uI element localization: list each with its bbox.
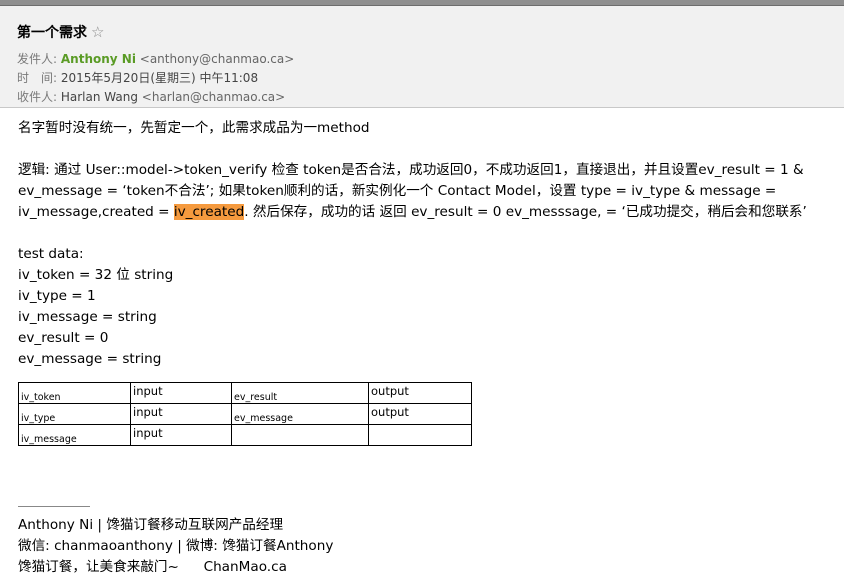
table-cell: output — [368, 403, 472, 425]
from-label: 发件人: — [17, 52, 58, 66]
table-cell: output — [368, 382, 472, 404]
table-cell: iv_token — [18, 382, 131, 404]
signature-line-3: 馋猫订餐，让美食来敲门~ ChanMao.ca — [18, 557, 333, 578]
table-row: iv_message input — [18, 424, 472, 446]
table-cell — [368, 424, 472, 446]
mail-subject: 第一个需求 ☆ — [17, 22, 104, 42]
logic-line-3: iv_message,created = iv_created. 然后保存，成功… — [18, 202, 844, 223]
signature-slogan: 馋猫订餐，让美食来敲门~ — [18, 559, 179, 575]
time-row: 时 间: 2015年5月20日(星期三) 中午11:08 — [17, 69, 258, 86]
sender-name[interactable]: Anthony Ni — [61, 52, 136, 66]
recipient-name[interactable]: Harlan Wang — [61, 90, 138, 104]
website-link[interactable]: ChanMao.ca — [204, 559, 287, 575]
test-data-title: test data: — [18, 246, 84, 262]
time-label: 时 间: — [17, 71, 58, 85]
highlighted-term: iv_created — [173, 204, 245, 220]
test-line: iv_token = 32 位 string — [18, 267, 174, 283]
recipient-address[interactable]: <harlan@chanmao.ca> — [142, 90, 285, 104]
logic-line-1: 逻辑: 通过 User::model->token_verify 检查 toke… — [18, 162, 804, 178]
to-row: 收件人: Harlan Wang <harlan@chanmao.ca> — [17, 88, 285, 105]
signature-divider — [18, 506, 90, 507]
signature-line-1: Anthony Ni | 馋猫订餐移动互联网产品经理 — [18, 517, 284, 533]
table-cell — [231, 424, 369, 446]
mail-body: 名字暂时没有统一，先暂定一个，此需求成品为一method 逻辑: 通过 User… — [18, 118, 844, 370]
test-line: ev_result = 0 — [18, 330, 109, 346]
intro-line: 名字暂时没有统一，先暂定一个，此需求成品为一method — [18, 120, 370, 136]
mail-header: 第一个需求 ☆ 发件人: Anthony Ni <anthony@chanmao.… — [0, 6, 844, 108]
logic-line-2: ev_message = ‘token不合法’; 如果token顺利的话，新实例… — [18, 183, 777, 199]
table-cell: input — [130, 382, 232, 404]
signature: Anthony Ni | 馋猫订餐移动互联网产品经理 微信: chanmaoan… — [18, 515, 333, 578]
time-value: 2015年5月20日(星期三) 中午11:08 — [60, 71, 259, 85]
logic-line-3-post: . 然后保存，成功的话 返回 ev_result = 0 ev_messsage… — [244, 204, 807, 220]
table-cell: iv_type — [18, 403, 131, 425]
table-cell: iv_message — [18, 424, 131, 446]
params-table: iv_token input ev_result output iv_type … — [18, 382, 472, 446]
table-cell: ev_result — [231, 382, 369, 404]
test-line: ev_message = string — [18, 351, 162, 367]
table-cell: ev_message — [231, 403, 369, 425]
table-cell: input — [130, 403, 232, 425]
test-line: iv_type = 1 — [18, 288, 96, 304]
star-icon[interactable]: ☆ — [91, 23, 104, 41]
table-row: iv_token input ev_result output — [18, 382, 472, 404]
subject-text: 第一个需求 — [17, 25, 87, 41]
logic-line-3-pre: iv_message,created = — [18, 204, 174, 220]
from-row: 发件人: Anthony Ni <anthony@chanmao.ca> — [17, 50, 294, 67]
table-row: iv_type input ev_message output — [18, 403, 472, 425]
sender-address[interactable]: <anthony@chanmao.ca> — [140, 52, 295, 66]
table-cell: input — [130, 424, 232, 446]
to-label: 收件人: — [17, 90, 58, 104]
signature-line-2: 微信: chanmaoanthony | 微博: 馋猫订餐Anthony — [18, 538, 334, 554]
test-line: iv_message = string — [18, 309, 157, 325]
